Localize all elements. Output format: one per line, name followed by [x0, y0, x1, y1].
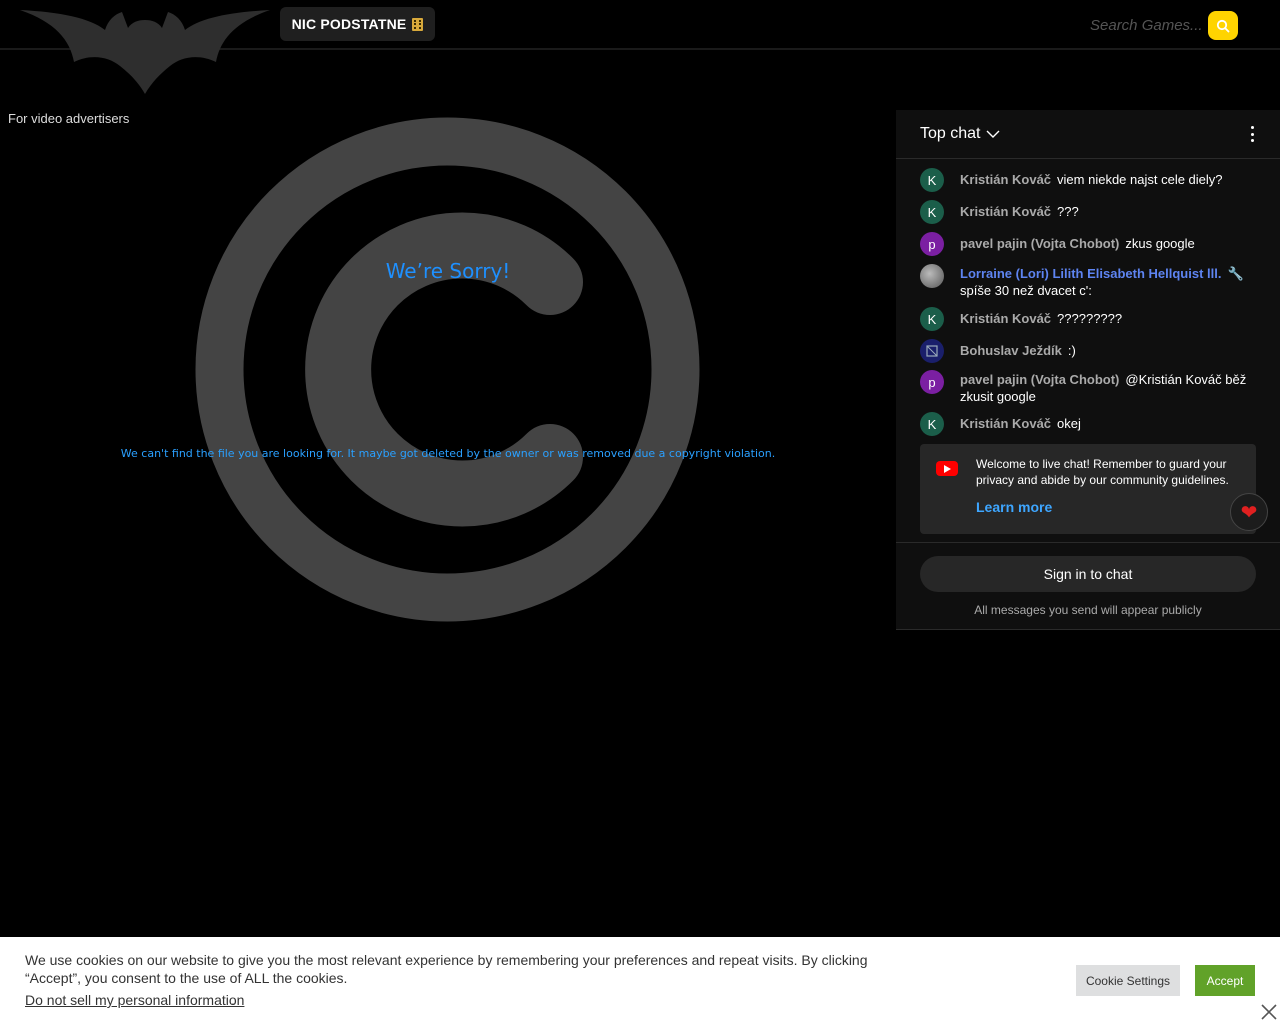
- heart-reaction-button[interactable]: ❤: [1230, 493, 1268, 531]
- message-author[interactable]: Kristián Kováč: [960, 416, 1051, 431]
- avatar[interactable]: p: [920, 232, 944, 256]
- do-not-sell-link[interactable]: Do not sell my personal information: [25, 992, 244, 1008]
- error-message: We can't find the file you are looking f…: [120, 447, 776, 460]
- cookie-link-period: .: [231, 992, 235, 1008]
- avatar[interactable]: [920, 339, 944, 363]
- message-text: viem niekde najst cele diely?: [1057, 172, 1223, 187]
- message-author[interactable]: Lorraine (Lori) Lilith Elisabeth Hellqui…: [960, 266, 1221, 281]
- cookie-settings-button[interactable]: Cookie Settings: [1076, 965, 1180, 996]
- avatar[interactable]: [920, 264, 944, 288]
- chat-footer: Sign in to chat All messages you send wi…: [896, 542, 1280, 630]
- message-author[interactable]: Bohuslav Ježdík: [960, 343, 1062, 358]
- bat-logo[interactable]: [20, 8, 270, 94]
- video-advertisers-label: For video advertisers: [8, 111, 130, 126]
- message-author[interactable]: Kristián Kováč: [960, 311, 1051, 326]
- sign-in-to-chat-button[interactable]: Sign in to chat: [920, 556, 1256, 592]
- accept-cookies-button[interactable]: Accept: [1195, 965, 1255, 996]
- message-text: zkus google: [1125, 236, 1195, 251]
- message-text: :): [1067, 343, 1076, 358]
- welcome-banner: Welcome to live chat! Remember to guard …: [920, 444, 1256, 534]
- message-author[interactable]: Kristián Kováč: [960, 172, 1051, 187]
- nav-menu-button[interactable]: NIC PODSTATNE: [280, 7, 435, 41]
- chat-mode-dropdown[interactable]: Top chat: [920, 125, 1000, 143]
- chat-header: Top chat: [896, 110, 1280, 159]
- avatar[interactable]: K: [920, 168, 944, 192]
- learn-more-link[interactable]: Learn more: [976, 499, 1052, 515]
- avatar[interactable]: p: [920, 370, 944, 394]
- wrench-icon: 🔧: [1227, 266, 1244, 281]
- avatar[interactable]: K: [920, 307, 944, 331]
- heart-icon: ❤: [1240, 501, 1258, 524]
- search-icon: [1216, 19, 1230, 32]
- chevron-down-icon: [986, 130, 1000, 138]
- avatar[interactable]: K: [920, 412, 944, 436]
- cookie-consent-bar: We use cookies on our website to give yo…: [0, 937, 1280, 1024]
- cookie-text: We use cookies on our website to give yo…: [25, 952, 868, 986]
- error-title: We’re Sorry!: [385, 259, 511, 283]
- avatar[interactable]: K: [920, 200, 944, 224]
- chat-mode-label: Top chat: [920, 125, 981, 142]
- welcome-text: Welcome to live chat! Remember to guard …: [976, 457, 1229, 487]
- message-author[interactable]: Kristián Kováč: [960, 204, 1051, 219]
- message-text: ?????????: [1057, 311, 1123, 326]
- copyright-icon: [195, 117, 700, 622]
- search-button[interactable]: [1208, 11, 1238, 40]
- live-chat-panel: Top chat K Kristián Kováč viem niekde naj…: [896, 110, 1280, 630]
- more-options-button[interactable]: [1242, 124, 1262, 144]
- message-author[interactable]: pavel pajin (Vojta Chobot): [960, 372, 1119, 387]
- nav-menu-label: NIC PODSTATNE: [291, 16, 407, 32]
- message-text: ???: [1057, 204, 1079, 219]
- more-dot-icon: [1250, 132, 1254, 136]
- more-dot-icon: [1250, 139, 1254, 142]
- message-author[interactable]: pavel pajin (Vojta Chobot): [960, 236, 1119, 251]
- search-input[interactable]: [1080, 10, 1202, 40]
- film-icon: [412, 17, 424, 31]
- message-text: spíše 30 než dvacet c':: [960, 283, 1092, 298]
- cube-avatar-icon: [926, 345, 938, 357]
- public-messages-note: All messages you send will appear public…: [974, 603, 1202, 617]
- youtube-icon: [936, 461, 958, 476]
- message-text: okej: [1057, 416, 1081, 431]
- close-icon[interactable]: [1260, 1003, 1278, 1021]
- more-dot-icon: [1250, 126, 1254, 129]
